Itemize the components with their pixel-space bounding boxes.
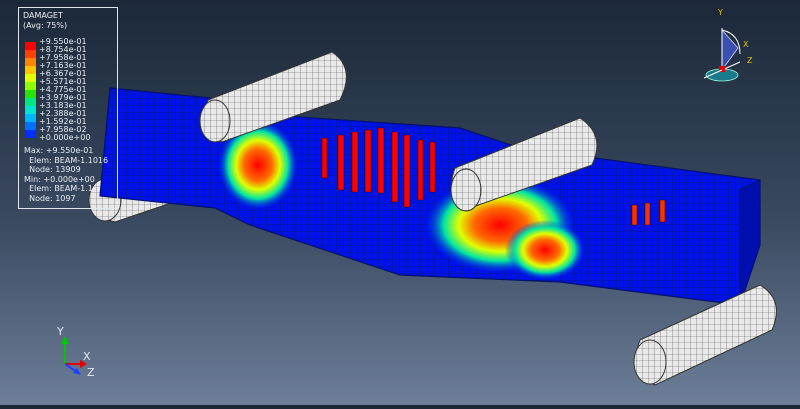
contour-legend: DAMAGET (Avg: 75%) +9.550e-01 +8.754e-01 +… (18, 7, 118, 209)
legend-swatch (25, 106, 36, 114)
legend-swatch (25, 122, 36, 130)
triad-y-label: Y (57, 325, 64, 338)
view-orientation-icon[interactable]: Y X Z (700, 8, 760, 88)
beam-mesh (99, 87, 761, 306)
legend-tick-label: +0.000e+00 (39, 133, 91, 142)
legend-swatch (25, 130, 36, 138)
legend-averaging: (Avg: 75%) (23, 20, 68, 30)
legend-swatch (25, 98, 36, 106)
legend-swatch (25, 66, 36, 74)
legend-swatch (25, 42, 36, 50)
axis-triad: Y X Z (55, 325, 115, 379)
view-y-label: Y (718, 8, 723, 17)
triad-x-label: X (83, 350, 91, 363)
legend-swatch (25, 82, 36, 90)
legend-swatch (25, 58, 36, 66)
triad-z-label: Z (87, 366, 95, 379)
legend-swatch (25, 90, 36, 98)
view-x-label: X (743, 40, 749, 49)
model-viewport[interactable] (0, 0, 800, 405)
legend-swatch (25, 74, 36, 82)
view-z-label: Z (747, 56, 753, 65)
legend-stats: Max: +9.550e-01 Elem: BEAM-1.1016 Node: … (24, 146, 109, 203)
legend-swatch (25, 114, 36, 122)
legend-variable: DAMAGET (23, 11, 63, 20)
legend-swatch (25, 50, 36, 58)
